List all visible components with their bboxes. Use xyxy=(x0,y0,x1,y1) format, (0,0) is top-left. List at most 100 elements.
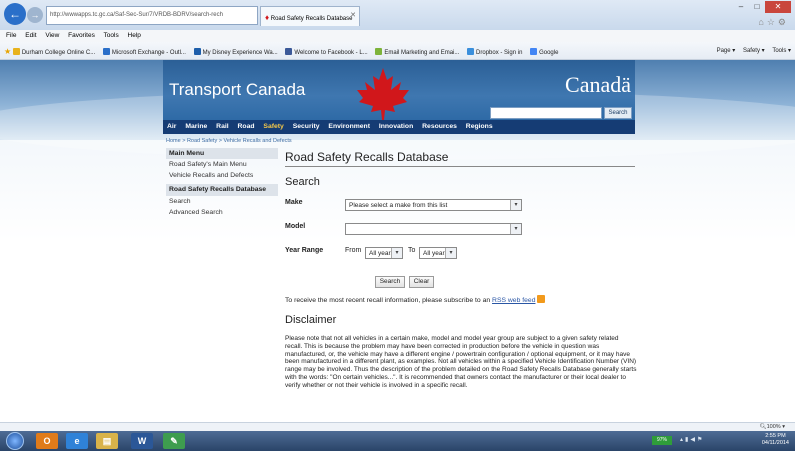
menu-file[interactable]: File xyxy=(6,32,16,39)
to-year-select[interactable]: All years ▾ xyxy=(419,247,457,259)
bookmark-icon xyxy=(12,48,20,55)
menu-tools[interactable]: Tools xyxy=(104,32,119,39)
breadcrumb[interactable]: Home > Road Safety > Vehicle Recalls and… xyxy=(166,138,292,144)
bookmark-icon xyxy=(102,48,110,55)
favorite-link[interactable]: Welcome to Facebook - L... xyxy=(285,48,368,56)
forward-button[interactable]: → xyxy=(27,7,43,23)
tab-close-icon[interactable]: ✕ xyxy=(350,11,356,19)
browser-titlebar: ← → http://wwwapps.tc.gc.ca/Saf-Sec-Sur/… xyxy=(0,0,795,30)
page-menu[interactable]: Page ▾ xyxy=(717,48,736,54)
disclaimer-heading: Disclaimer xyxy=(285,314,337,326)
nav-regions[interactable]: Regions xyxy=(466,123,493,130)
disclaimer-text: Please note that not all vehicles in a c… xyxy=(285,335,637,389)
search-button[interactable]: Search xyxy=(375,276,405,288)
tools-menu[interactable]: Tools ▾ xyxy=(772,48,791,54)
internet-explorer-icon[interactable]: e xyxy=(66,433,88,449)
menu-link-search[interactable]: Search xyxy=(166,196,278,207)
search-heading: Search xyxy=(285,176,320,188)
clock-date: 04/11/2014 xyxy=(761,440,789,446)
top-navigation: Air Marine Rail Road Safety Security Env… xyxy=(163,120,635,134)
maple-leaf-favicon-icon: ♦ xyxy=(265,13,270,22)
nav-road[interactable]: Road xyxy=(238,123,255,130)
word-icon[interactable]: W xyxy=(131,433,153,449)
favorite-link[interactable]: Google xyxy=(530,48,558,56)
to-label: To xyxy=(408,247,416,254)
nav-air[interactable]: Air xyxy=(167,123,176,130)
favorites-star-icon[interactable]: ★ xyxy=(4,47,11,56)
menu-link-vehicle-recalls[interactable]: Vehicle Recalls and Defects xyxy=(166,170,278,181)
favorite-link[interactable]: Microsoft Exchange - Outl... xyxy=(102,48,186,56)
nav-rail[interactable]: Rail xyxy=(216,123,228,130)
google-icon xyxy=(530,48,538,55)
browser-right-icons: ⌂☆⚙ xyxy=(758,17,789,28)
menu-edit[interactable]: Edit xyxy=(25,32,36,39)
menu-favorites[interactable]: Favorites xyxy=(68,32,95,39)
from-label: From xyxy=(345,247,362,254)
clear-button[interactable]: Clear xyxy=(409,276,434,288)
minimize-button[interactable]: – xyxy=(733,1,749,13)
battery-indicator[interactable]: 97% xyxy=(652,436,672,445)
system-tray: ▴▮◀⚑ xyxy=(680,436,704,443)
nav-security[interactable]: Security xyxy=(293,123,320,130)
paint-icon[interactable]: ✎ xyxy=(163,433,185,449)
site-search-input[interactable] xyxy=(490,107,602,119)
menu-link-main-menu[interactable]: Road Safety's Main Menu xyxy=(166,159,278,170)
bookmark-icon xyxy=(193,48,201,55)
outlook-icon[interactable]: O xyxy=(36,433,58,449)
tab-title: Road Safety Recalls Database xyxy=(270,16,353,22)
model-select[interactable]: ▾ xyxy=(345,223,522,235)
window-controls: – □ ✕ xyxy=(733,1,791,13)
favorites-bar: ★ Durham College Online C... Microsoft E… xyxy=(0,42,795,60)
settings-gear-icon[interactable]: ⚙ xyxy=(778,17,789,27)
department-title[interactable]: Transport Canada xyxy=(169,80,305,100)
rss-feed-link[interactable]: RSS web feed xyxy=(492,297,535,304)
safety-menu[interactable]: Safety ▾ xyxy=(743,48,765,54)
nav-resources[interactable]: Resources xyxy=(422,123,457,130)
menu-view[interactable]: View xyxy=(45,32,59,39)
file-explorer-icon[interactable]: ▤ xyxy=(96,433,118,449)
menu-link-advanced-search[interactable]: Advanced Search xyxy=(166,207,278,218)
zoom-level[interactable]: 🔍︎100% ▾ xyxy=(760,424,785,430)
address-bar[interactable]: http://wwwapps.tc.gc.ca/Saf-Sec-Sur/7/VR… xyxy=(46,6,258,25)
facebook-icon xyxy=(285,48,293,55)
site-banner: Transport Canada Canadä Search xyxy=(163,60,635,120)
favorites-star-icon[interactable]: ☆ xyxy=(767,17,778,27)
nav-environment[interactable]: Environment xyxy=(328,123,370,130)
nav-marine[interactable]: Marine xyxy=(185,123,207,130)
chevron-down-icon: ▾ xyxy=(510,200,521,210)
rss-subscribe-text: To receive the most recent recall inform… xyxy=(285,295,546,304)
menu-heading: Main Menu xyxy=(166,148,278,159)
bookmark-icon xyxy=(375,48,383,55)
close-button[interactable]: ✕ xyxy=(765,1,791,13)
back-button[interactable]: ← xyxy=(4,3,26,25)
zoom-magnifier-icon: 🔍︎ xyxy=(759,424,767,430)
nav-safety[interactable]: Safety xyxy=(263,123,283,130)
favorite-link[interactable]: Email Marketing and Emai... xyxy=(375,48,459,56)
volume-icon[interactable]: ◀ xyxy=(690,437,697,443)
maximize-button[interactable]: □ xyxy=(749,1,765,13)
menu-help[interactable]: Help xyxy=(128,32,141,39)
make-select[interactable]: Please select a make from this list ▾ xyxy=(345,199,522,211)
site-search-button[interactable]: Search xyxy=(604,107,632,119)
favorite-link[interactable]: Durham College Online C... xyxy=(12,48,95,56)
menu-current-section[interactable]: Road Safety Recalls Database xyxy=(166,184,278,196)
make-select-value: Please select a make from this list xyxy=(349,202,448,209)
menu-bar: File Edit View Favorites Tools Help xyxy=(0,30,795,42)
favorite-link[interactable]: My Disney Experience Wa... xyxy=(193,48,278,56)
taskbar-clock[interactable]: 2:55 PM 04/11/2014 xyxy=(762,433,789,447)
start-button[interactable] xyxy=(6,432,24,450)
chevron-down-icon: ▾ xyxy=(391,248,402,258)
year-range-label: Year Range xyxy=(285,247,324,254)
web-page: Transport Canada Canadä Search Air Marin… xyxy=(0,60,795,422)
page-title: Road Safety Recalls Database xyxy=(285,150,635,167)
chevron-down-icon: ▾ xyxy=(445,248,456,258)
flag-icon[interactable]: ⚑ xyxy=(697,437,704,443)
tab-road-safety-recalls[interactable]: ♦ Road Safety Recalls Database ✕ xyxy=(260,6,360,26)
clock-time: 2:55 PM xyxy=(765,433,786,439)
model-label: Model xyxy=(285,223,306,230)
from-year-select[interactable]: All years ▾ xyxy=(365,247,403,259)
nav-innovation[interactable]: Innovation xyxy=(379,123,413,130)
favorite-link[interactable]: Dropbox - Sign in xyxy=(467,48,522,56)
rss-icon[interactable] xyxy=(537,295,546,303)
home-icon[interactable]: ⌂ xyxy=(758,17,766,27)
